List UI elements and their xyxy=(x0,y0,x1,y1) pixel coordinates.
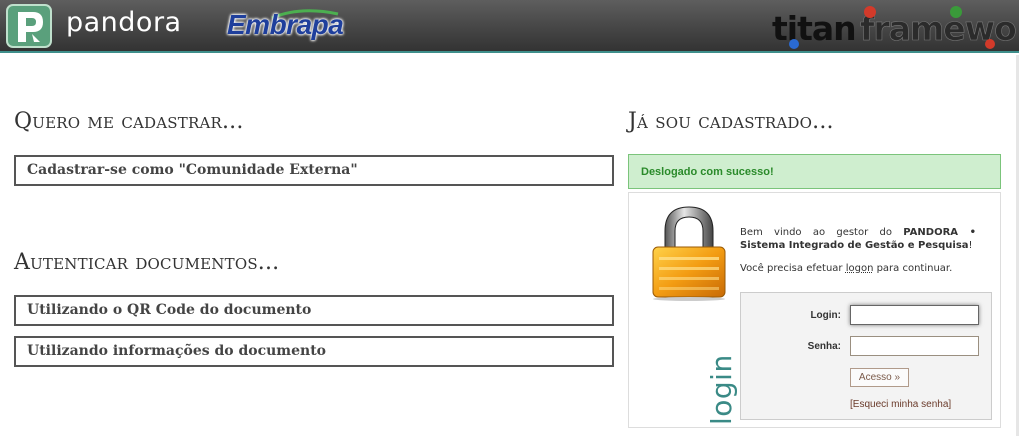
logout-success-message: Deslogado com sucesso! xyxy=(628,154,1001,189)
welcome-text: Bem vindo ao gestor do PANDORA • Sistema… xyxy=(740,226,976,252)
login-vertical-label: login xyxy=(705,354,738,425)
svg-text:titan: titan xyxy=(772,9,856,48)
welcome-prefix: Bem vindo ao gestor do xyxy=(740,227,904,238)
pandora-logo-icon[interactable] xyxy=(6,4,52,48)
login-section-title: Já sou cadastrado... xyxy=(628,109,834,134)
padlock-icon xyxy=(652,206,726,301)
app-name[interactable]: pandora xyxy=(66,7,182,38)
titan-framework-logo[interactable]: titan framework xyxy=(768,0,1018,53)
partner-logo[interactable]: Embrapa xyxy=(227,9,344,41)
login-submit-button[interactable]: Acesso » xyxy=(850,368,909,387)
authenticate-section-title: Autenticar documentos... xyxy=(14,250,280,275)
logon-link[interactable]: logon xyxy=(846,263,874,274)
register-external-community-button[interactable]: Cadastrar-se como "Comunidade Externa" xyxy=(14,155,614,186)
authenticate-document-info-button[interactable]: Utilizando informações do documento xyxy=(14,336,614,367)
login-form: Login: Senha: Acesso » [Esqueci minha se… xyxy=(740,292,992,420)
authenticate-qr-code-button[interactable]: Utilizando o QR Code do documento xyxy=(14,295,614,326)
top-header-bar: pandora Embrapa titan framework xyxy=(0,0,1019,53)
welcome-suffix: ! xyxy=(968,240,973,251)
login-panel: Bem vindo ao gestor do PANDORA • Sistema… xyxy=(628,192,1001,428)
login-label: Login: xyxy=(810,310,841,321)
login-input[interactable] xyxy=(850,305,979,325)
continue-prefix: Você precisa efetuar xyxy=(740,263,846,274)
forgot-password-link[interactable]: [Esqueci minha senha] xyxy=(850,399,951,410)
register-section-title: Quero me cadastrar... xyxy=(14,109,244,134)
senha-label: Senha: xyxy=(807,341,841,352)
continue-text: Você precisa efetuar logon para continua… xyxy=(740,263,952,274)
continue-suffix: para continuar. xyxy=(873,263,953,274)
password-input[interactable] xyxy=(850,336,979,356)
